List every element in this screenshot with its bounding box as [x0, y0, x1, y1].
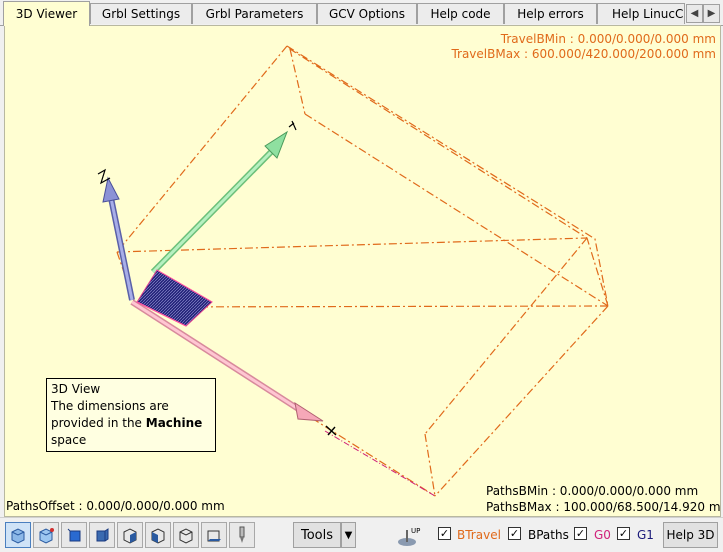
view-right-button[interactable]: [89, 522, 115, 548]
arrow-right-icon: ▶: [707, 8, 716, 19]
view-iso-button[interactable]: [5, 522, 31, 548]
tab-scroll-right-button[interactable]: ▶: [703, 4, 720, 23]
view-left-button[interactable]: [173, 522, 199, 548]
g0-checkbox[interactable]: ✓: [574, 527, 587, 540]
view-top-button[interactable]: [117, 522, 143, 548]
toolpath-block: [136, 269, 213, 327]
tooltip-line-2: The dimensions are: [51, 399, 169, 413]
view-top-icon: [123, 528, 137, 544]
view-front-icon: [67, 528, 81, 542]
chevron-down-icon: ▼: [344, 529, 353, 541]
tab-help-errors[interactable]: Help errors: [504, 3, 597, 24]
tool-button[interactable]: [229, 522, 255, 548]
paths-offset-readout: PathsOffset : 0.000/0.000/0.000 mm: [6, 499, 225, 513]
view-right-icon: [96, 528, 109, 542]
tab-grbl-settings[interactable]: Grbl Settings: [90, 3, 192, 24]
bpaths-checkbox[interactable]: ✓: [508, 527, 521, 540]
tools-button[interactable]: Tools: [293, 522, 341, 548]
tooltip-line-3: provided in the Machine: [51, 415, 211, 432]
view-iso-left-icon: [39, 528, 54, 544]
paths-bmin-readout: PathsBMin : 0.000/0.000/0.000 mm: [486, 484, 699, 498]
view-front-button[interactable]: [61, 522, 87, 548]
view-back-button[interactable]: [145, 522, 171, 548]
arrow-left-icon: ◀: [690, 8, 699, 19]
viewer-toolbar: Tools ▼ UP ✓ BTravel ✓ BPaths ✓ G0 ✓ G1 …: [0, 517, 723, 552]
btravel-checkbox[interactable]: ✓: [438, 527, 451, 540]
tools-dropdown-button[interactable]: ▼: [341, 522, 356, 548]
view-left-icon: [179, 528, 193, 544]
tool-icon: [239, 526, 245, 543]
tab-gcv-options[interactable]: GCV Options: [317, 3, 417, 24]
travel-bmax-readout: TravelBMax : 600.000/420.000/200.000 mm: [451, 47, 716, 61]
help-3d-button[interactable]: Help 3D: [663, 522, 718, 548]
tooltip-line-1: 3D View: [51, 382, 101, 396]
3d-viewer-canvas[interactable]: TravelBMin : 0.000/0.000/0.000 mm Travel…: [4, 25, 721, 517]
view-bottom-icon: [207, 530, 221, 542]
tooltip-machine-word: Machine: [145, 416, 203, 430]
tab-3d-viewer[interactable]: 3D Viewer: [3, 1, 90, 26]
btravel-label: BTravel: [457, 528, 501, 542]
tab-grbl-parameters[interactable]: Grbl Parameters: [192, 3, 317, 24]
g1-checkbox[interactable]: ✓: [617, 527, 630, 540]
paths-bmax-readout: PathsBMax : 100.000/68.500/14.920 mm: [486, 500, 721, 514]
bpaths-label: BPaths: [528, 528, 569, 542]
tooltip-line-3-prefix: provided in the: [51, 416, 146, 430]
tab-bar: 3D Viewer Grbl Settings Grbl Parameters …: [0, 0, 723, 26]
travel-bmin-readout: TravelBMin : 0.000/0.000/0.000 mm: [500, 32, 716, 46]
view-tooltip: 3D View The dimensions are provided in t…: [46, 378, 216, 452]
z-axis-arrow: [97, 168, 135, 301]
tab-scroll-left-button[interactable]: ◀: [686, 4, 703, 23]
view-iso-icon: [11, 528, 25, 544]
g0-path: [324, 430, 436, 497]
g1-label: G1: [637, 528, 654, 542]
up-icon-label: UP: [411, 527, 420, 535]
view-bottom-button[interactable]: [201, 522, 227, 548]
view-back-icon: [151, 528, 165, 544]
view-iso-left-button[interactable]: [33, 522, 59, 548]
tab-help-code[interactable]: Help code: [417, 3, 504, 24]
up-view-icon[interactable]: UP: [397, 524, 423, 548]
tooltip-line-4: space: [51, 433, 87, 447]
g0-label: G0: [594, 528, 611, 542]
tab-help-linuccr[interactable]: Help LinucCr: [597, 3, 685, 24]
